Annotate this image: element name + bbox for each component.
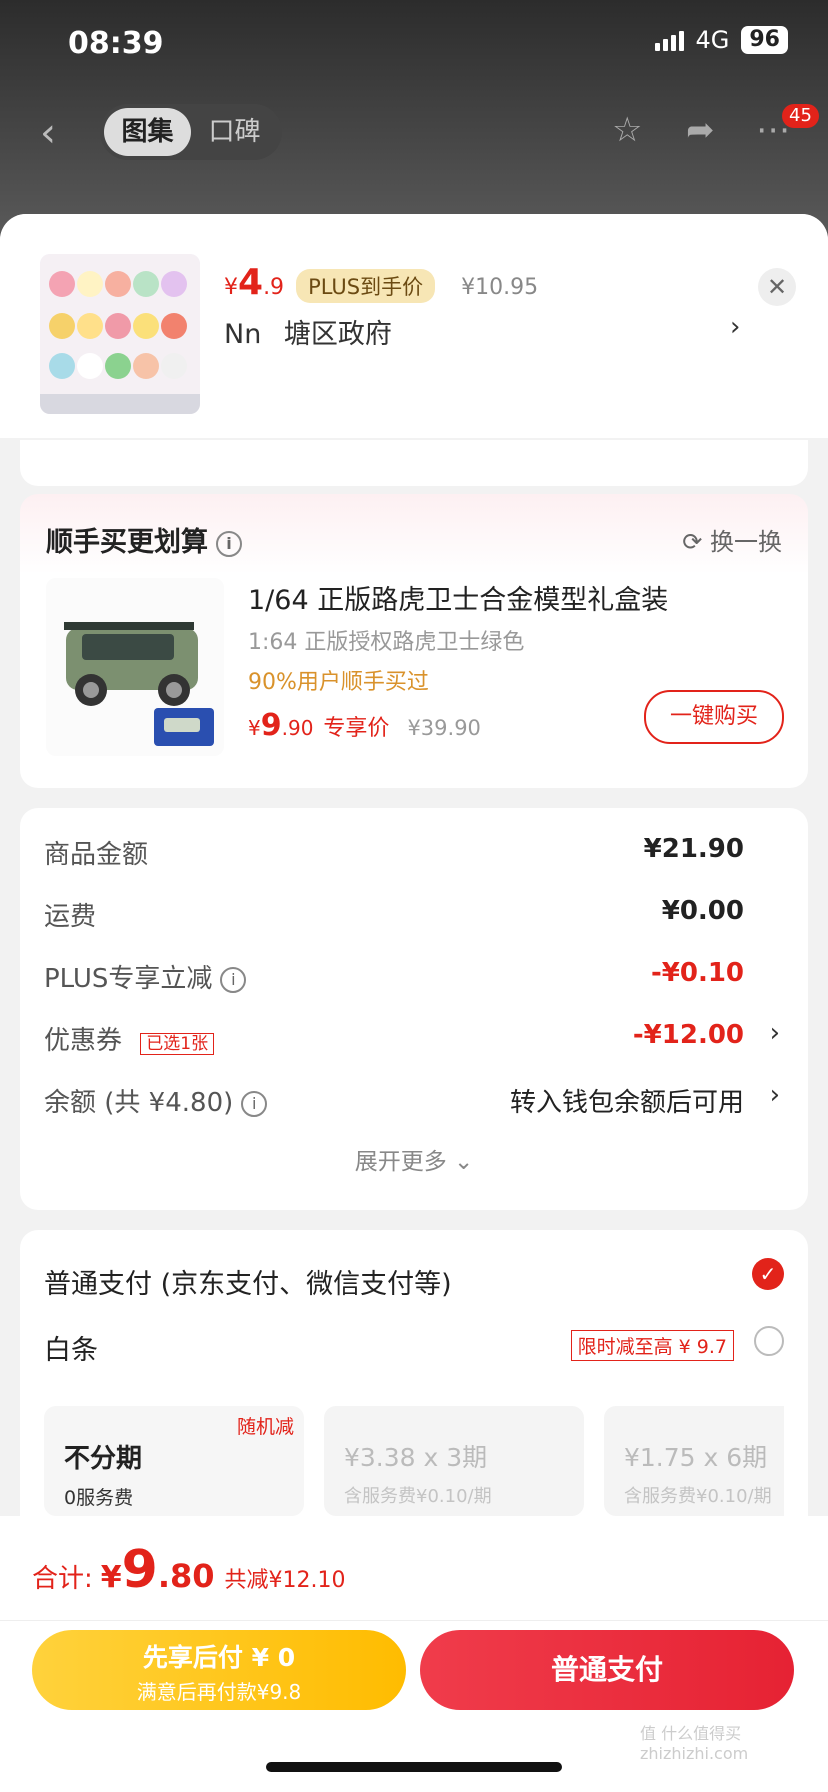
- info-icon[interactable]: i: [216, 530, 242, 557]
- balance-label: 余额 (共 ¥4.80): [44, 1088, 234, 1118]
- installment-option-6[interactable]: ¥1.75 x 6期 含服务费¥0.10/期: [604, 1406, 784, 1516]
- addon-price-symbol: ¥: [248, 716, 261, 740]
- original-price: ¥10.95: [461, 275, 539, 300]
- addon-title: 顺手买更划算 i: [46, 520, 242, 559]
- coupon-row[interactable]: 优惠券 已选1张: [44, 1020, 215, 1057]
- tab-gallery[interactable]: 图集: [104, 108, 191, 156]
- installment-title: 不分期: [64, 1444, 143, 1474]
- expand-more-label: 展开更多: [354, 1149, 447, 1175]
- signal-icon: [654, 29, 684, 51]
- address-chevron-icon[interactable]: ›: [730, 312, 740, 342]
- shipping-value: ¥0.00: [661, 896, 744, 926]
- coupon-selected-tag: 已选1张: [140, 1033, 215, 1055]
- price-symbol: ¥: [224, 275, 238, 300]
- message-badge: 45: [782, 104, 819, 128]
- plus-price-tag: PLUS到手价: [296, 269, 436, 303]
- back-icon[interactable]: ‹: [40, 110, 56, 156]
- home-indicator: [266, 1762, 562, 1772]
- expand-more-button[interactable]: 展开更多 ⌄: [20, 1142, 808, 1176]
- address-row[interactable]: Nn 塘区政府: [224, 312, 392, 351]
- plus-discount-text: PLUS专享立减: [44, 964, 213, 994]
- chevron-down-icon: ⌄: [454, 1149, 474, 1175]
- installment-title: ¥3.38 x 3期: [344, 1443, 488, 1472]
- installment-sub: 0服务费: [64, 1487, 134, 1509]
- star-icon[interactable]: ☆: [612, 110, 642, 150]
- info-icon[interactable]: i: [241, 1090, 268, 1117]
- close-icon[interactable]: ✕: [758, 268, 796, 306]
- product-price-row: ¥ 4 .9 PLUS到手价 ¥10.95: [224, 262, 538, 303]
- addon-price-row: ¥ 9 .90 专享价 ¥39.90: [248, 708, 481, 743]
- total-row: 合计: ¥ 9 .80 共减¥12.10: [32, 1540, 346, 1600]
- total-discount: 共减¥12.10: [224, 1568, 346, 1593]
- order-summary-card: 商品金额 ¥21.90 运费 ¥0.00 PLUS专享立减 i -¥0.10 优惠…: [20, 808, 808, 1210]
- random-discount-tag: 随机减: [236, 1416, 294, 1438]
- installment-option-none[interactable]: 随机减 不分期 0服务费: [44, 1406, 304, 1516]
- installment-title: ¥1.75 x 6期: [624, 1443, 768, 1472]
- total-symbol: ¥: [100, 1560, 122, 1595]
- price-decimal: .9: [263, 275, 285, 300]
- tab-reviews[interactable]: 口碑: [191, 108, 278, 156]
- product-thumbnail: [40, 254, 200, 414]
- installment-sub: 含服务费¥0.10/期: [624, 1486, 772, 1507]
- plus-discount-label: PLUS专享立减 i: [44, 958, 247, 995]
- pay-later-button[interactable]: 先享后付 ¥ 0 满意后再付款¥9.8: [32, 1630, 406, 1710]
- watermark: 值 什么值得买 zhizhizhi.com: [640, 1724, 749, 1763]
- coupon-label: 优惠券: [44, 1026, 123, 1056]
- balance-chevron-icon[interactable]: ›: [770, 1080, 780, 1110]
- shipping-label: 运费: [44, 902, 97, 932]
- goods-amount-value: ¥21.90: [643, 834, 744, 864]
- divider: [0, 1620, 828, 1621]
- addon-title-text: 顺手买更划算: [46, 527, 208, 558]
- refresh-label: 换一换: [710, 528, 782, 556]
- addon-price-tag: 专享价: [323, 716, 390, 741]
- radio-checked-icon[interactable]: ✓: [752, 1258, 784, 1290]
- addon-original-price: ¥39.90: [407, 716, 481, 740]
- addon-card: 顺手买更划算 i ⟳ 换一换 1/64 正版路虎卫士合金模型礼盒装 1:64 正版…: [20, 494, 808, 788]
- gallery-tab-switch[interactable]: 图集 口碑: [100, 104, 282, 160]
- total-label: 合计:: [32, 1564, 93, 1594]
- addon-item-title[interactable]: 1/64 正版路虎卫士合金模型礼盒装: [248, 578, 668, 617]
- coupon-value[interactable]: -¥12.00: [633, 1020, 744, 1050]
- status-bar-right: 4G 96: [654, 26, 788, 54]
- status-time: 08:39: [68, 26, 164, 61]
- total-decimal: .80: [157, 1557, 215, 1595]
- network-label: 4G: [695, 26, 730, 54]
- addon-price-integer: 9: [260, 708, 282, 743]
- battery-icon: 96: [741, 26, 788, 54]
- goods-amount-label: 商品金额: [44, 840, 149, 870]
- pay-later-line2: 满意后再付款¥9.8: [136, 1680, 302, 1704]
- collapsed-card: [20, 440, 808, 486]
- share-icon[interactable]: ➦: [686, 110, 715, 150]
- refresh-icon: ⟳: [682, 528, 703, 556]
- plus-discount-value: -¥0.10: [650, 958, 744, 988]
- pay-later-line1: 先享后付 ¥ 0: [142, 1643, 296, 1672]
- one-click-buy-button[interactable]: 一键购买: [644, 690, 784, 744]
- product-header: ¥ 4 .9 PLUS到手价 ¥10.95 Nn 塘区政府 › ✕: [0, 214, 828, 438]
- baitiao-promo-tag: 限时减至高 ¥ 9.7: [570, 1330, 734, 1361]
- info-icon[interactable]: i: [220, 966, 247, 993]
- installment-option-3[interactable]: ¥3.38 x 3期 含服务费¥0.10/期: [324, 1406, 584, 1516]
- address-name: Nn: [224, 319, 262, 350]
- baitiao-label[interactable]: 白条: [44, 1328, 98, 1367]
- refresh-button[interactable]: ⟳ 换一换: [682, 522, 782, 557]
- radio-unchecked-icon[interactable]: [754, 1326, 784, 1356]
- price-integer: 4: [238, 262, 264, 303]
- addon-social-proof: 90%用户顺手买过: [248, 670, 429, 695]
- normal-payment-label[interactable]: 普通支付 (京东支付、微信支付等): [44, 1262, 452, 1301]
- balance-value[interactable]: 转入钱包余额后可用: [510, 1082, 744, 1119]
- total-integer: 9: [121, 1540, 158, 1600]
- normal-pay-button[interactable]: 普通支付: [420, 1630, 794, 1710]
- addon-item-subtitle: 1:64 正版授权路虎卫士绿色: [248, 630, 525, 655]
- address-text: 塘区政府: [283, 319, 392, 350]
- addon-item-image[interactable]: [46, 578, 224, 756]
- balance-label-row: 余额 (共 ¥4.80) i: [44, 1082, 268, 1119]
- installment-sub: 含服务费¥0.10/期: [344, 1486, 492, 1507]
- addon-price-decimal: .90: [281, 716, 314, 740]
- coupon-chevron-icon[interactable]: ›: [770, 1018, 780, 1048]
